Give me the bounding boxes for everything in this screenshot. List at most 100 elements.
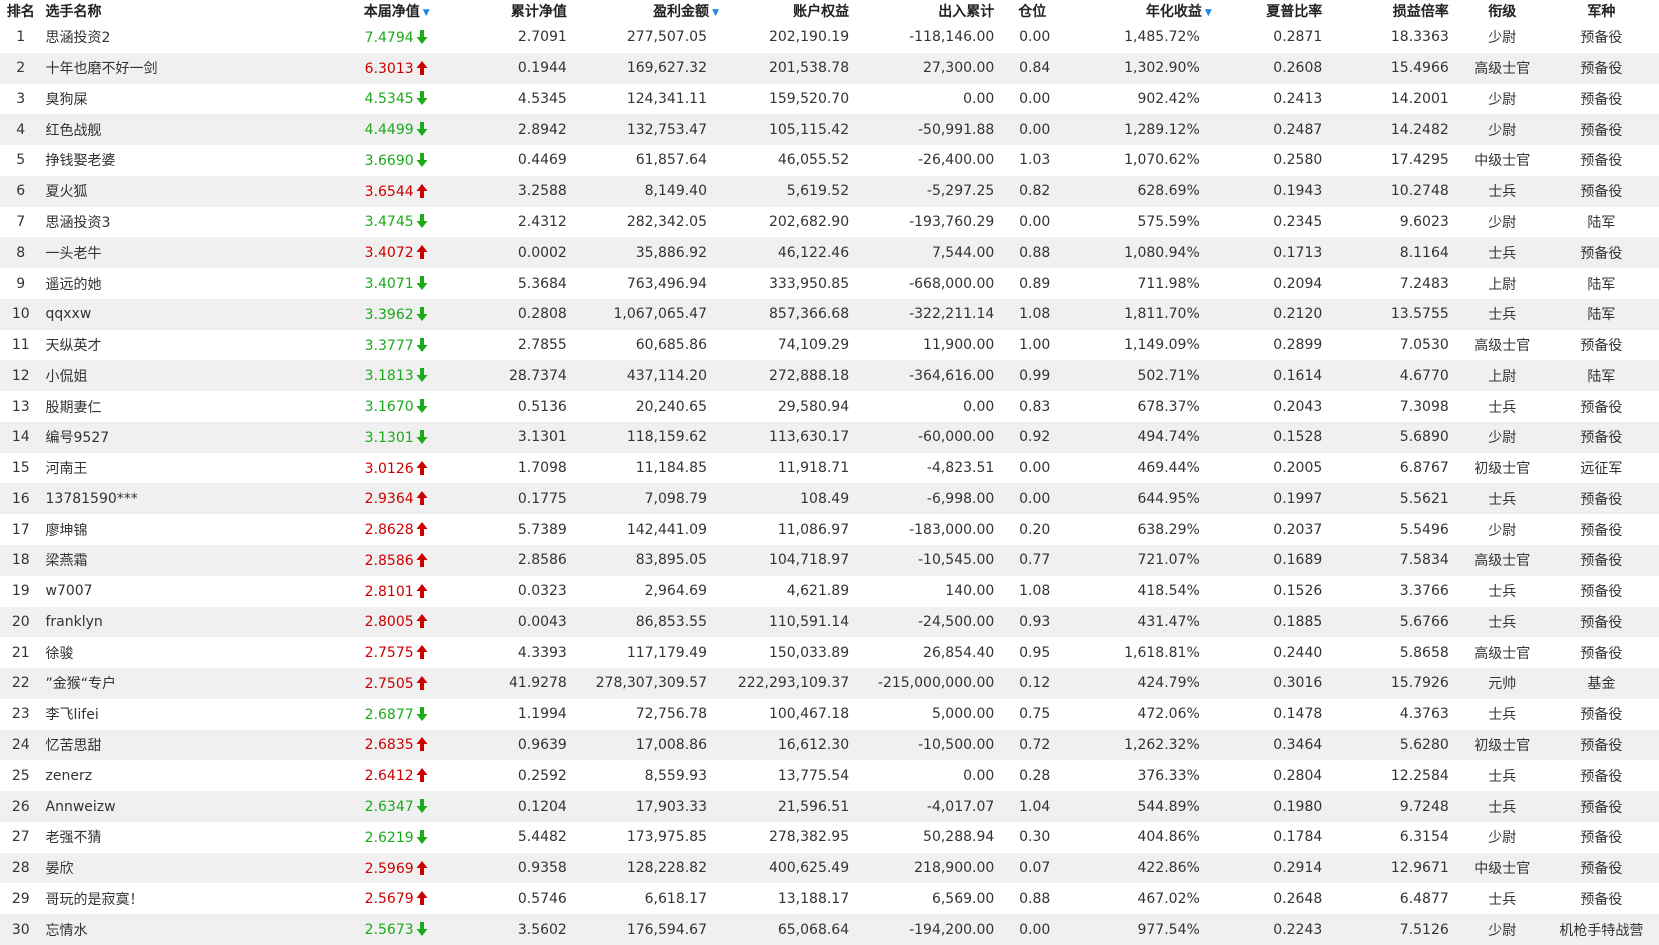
table-row[interactable]: 4 红色战舰 4.4499 2.8942 132,753.47 105,115.42 -50… xyxy=(0,114,1659,146)
table-row[interactable]: 28 晏欣 2.5969 0.9358 128,228.82 400,625.49 218,… xyxy=(0,852,1659,884)
table-row[interactable]: 15 河南王 3.0126 1.7098 11,184.85 11,918.71 -4,82… xyxy=(0,453,1659,484)
rank-cell: 18 xyxy=(0,545,42,576)
player-name-cell[interactable]: 遥远的她 xyxy=(42,268,279,299)
table-row[interactable]: 19 w7007 2.8101 0.0323 2,964.69 4,621.89 140.0… xyxy=(0,576,1659,607)
player-name-cell[interactable]: zenerz xyxy=(42,760,279,791)
table-row[interactable]: 25 zenerz 2.6412 0.2592 8,559.93 13,775.54 0.0… xyxy=(0,760,1659,791)
net-flow-cell: -183,000.00 xyxy=(909,521,995,538)
table-row[interactable]: 29 哥玩的是寂寞！ 2.5679 0.5746 6,618.17 13,188.17 6,… xyxy=(0,883,1659,914)
player-name-cell[interactable]: 13781590*** xyxy=(41,483,279,515)
sort-desc-icon[interactable]: ▼ xyxy=(712,8,719,18)
column-header-profit[interactable]: 盈利金额 ▼ xyxy=(576,0,719,22)
player-name-cell[interactable]: w7007 xyxy=(42,576,279,607)
table-row[interactable]: 10 qqxxw 3.3962 0.2808 1,067,065.47 857,366.6… xyxy=(0,298,1659,330)
equity-cell: 4,621.89 xyxy=(786,583,850,600)
cumulative-nav-cell: 5.4482 xyxy=(517,829,567,846)
table-row[interactable]: 21 徐骏 2.7575 4.3393 117,179.49 150,033.89 26,8… xyxy=(0,637,1659,668)
player-name-cell[interactable]: 梁燕霜 xyxy=(41,545,279,576)
net-flow-cell: -60,000.00 xyxy=(861,421,1005,453)
sort-desc-icon[interactable]: ▼ xyxy=(1205,8,1212,18)
table-row[interactable]: 11 天纵英才 3.3777 2.7855 60,685.86 74,109.29 11,9… xyxy=(0,330,1659,361)
player-name-cell[interactable]: 红色战舰 xyxy=(41,114,279,146)
table-row[interactable]: 27 老强不猜 2.6219 5.4482 173,975.85 278,382.95 50… xyxy=(0,822,1659,853)
player-name-cell[interactable]: ”金猴“专户 xyxy=(41,668,279,699)
table-row[interactable]: 16 13781590*** 2.9364 0.1775 7,098.79 108.49-… xyxy=(0,483,1659,515)
player-name-cell[interactable]: 老强不猜 xyxy=(42,822,279,853)
player-name-cell[interactable]: 一头老牛 xyxy=(41,237,279,269)
column-header-rank[interactable]: 排名 xyxy=(0,0,42,22)
column-header-annual-return[interactable]: 年化收益 ▼ xyxy=(1060,0,1212,22)
player-name-cell[interactable]: 挣钱娶老婆 xyxy=(42,145,279,176)
table-row[interactable]: 30 忘情水 2.5673 3.5602 176,594.67 65,068.64 -194… xyxy=(0,914,1659,945)
column-header-position[interactable]: 仓位 xyxy=(1004,0,1061,22)
player-name-cell[interactable]: 夏火狐 xyxy=(41,175,279,207)
table-row[interactable]: 20 franklyn 2.8005 0.0043 86,853.55 110,591.1… xyxy=(0,606,1659,638)
table-row[interactable]: 9 遥远的她 3.4071 5.3684 763,496.94 333,950.85 -66… xyxy=(0,268,1659,299)
player-name-cell[interactable]: 忆苦思甜 xyxy=(41,729,279,761)
player-name-cell[interactable]: 天纵英才 xyxy=(42,330,279,361)
player-name-cell[interactable]: Annweizw xyxy=(41,791,279,822)
table-row[interactable]: 1 思涵投资2 7.4794 2.7091 277,507.05 202,190.19 -1… xyxy=(0,22,1659,53)
table-row[interactable]: 12 小侃姐 3.1813 28.7374 437,114.20 272,888.18 -3… xyxy=(0,360,1659,392)
table-row[interactable]: 2 十年也磨不好一剑 6.3013 0.1944 169,627.32 201,538.7… xyxy=(0,52,1659,84)
position-cell: 1.03 xyxy=(1019,152,1051,169)
player-name-cell[interactable]: 廖坤锦 xyxy=(42,514,279,545)
table-row[interactable]: 24 忆苦思甜 2.6835 0.9639 17,008.86 16,612.30 -10,… xyxy=(0,729,1659,761)
rank-title-cell: 高级士官 xyxy=(1474,645,1531,662)
rank-title-cell: 中级士官 xyxy=(1460,852,1544,884)
table-row[interactable]: 13 股期妻仁 3.1670 0.5136 20,240.65 29,580.94 0.00… xyxy=(0,391,1659,422)
player-name-cell[interactable]: 李飞lifei xyxy=(42,699,279,730)
table-row[interactable]: 3 臭狗屎 4.5345 4.5345 124,341.11 159,520.70 0.00… xyxy=(0,84,1659,115)
table-row[interactable]: 14 编号9527 3.1301 3.1301 118,159.62 113,630.17… xyxy=(0,421,1659,453)
player-name-cell[interactable]: 忘情水 xyxy=(41,914,279,945)
table-row[interactable]: 22 ”金猴“专户 2.7505 41.9278 278,307,309.57 222,2… xyxy=(0,668,1659,699)
cumulative-nav-cell: 4.3393 xyxy=(517,644,567,661)
player-name-cell[interactable]: 思涵投资3 xyxy=(42,207,279,238)
table-row[interactable]: 8 一头老牛 3.4072 0.0002 35,886.92 46,122.46 7,544… xyxy=(0,237,1659,269)
table-row[interactable]: 18 梁燕霜 2.8586 2.8586 83,895.05 104,718.97 -10,… xyxy=(0,545,1659,576)
cumulative-nav-cell: 0.9358 xyxy=(433,852,577,884)
player-name-cell[interactable]: qqxxw xyxy=(41,298,279,330)
net-flow-cell: 0.00 xyxy=(963,767,995,784)
player-name-cell[interactable]: 哥玩的是寂寞！ xyxy=(42,883,279,914)
player-name-cell[interactable]: 臭狗屎 xyxy=(42,84,279,115)
column-header-branch[interactable]: 军种 xyxy=(1543,0,1659,22)
table-row[interactable]: 5 挣钱娶老婆 3.6690 0.4469 61,857.64 46,055.52 -26,… xyxy=(0,145,1659,176)
column-header-rank-title[interactable]: 衔级 xyxy=(1460,0,1544,22)
player-name-cell[interactable]: 小侃姐 xyxy=(41,360,279,392)
column-header-current-nav[interactable]: 本届净值 ▼ xyxy=(278,0,434,22)
pl-ratio-cell: 7.0530 xyxy=(1399,337,1449,354)
player-name-cell[interactable]: 晏欣 xyxy=(41,852,279,884)
player-name-cell[interactable]: 十年也磨不好一剑 xyxy=(41,52,279,84)
player-name-cell[interactable]: franklyn xyxy=(41,606,279,638)
sharpe-cell: 0.2120 xyxy=(1211,298,1337,330)
column-header-net-flow[interactable]: 出入累计 xyxy=(861,0,1005,22)
branch-cell: 陆军 xyxy=(1587,214,1616,231)
current-nav-value: 2.8101 xyxy=(364,583,414,600)
player-name-cell[interactable]: 徐骏 xyxy=(42,637,279,668)
player-name-cell[interactable]: 股期妻仁 xyxy=(42,391,279,422)
equity-cell: 333,950.85 xyxy=(768,275,850,292)
column-header-pl-ratio[interactable]: 损益倍率 xyxy=(1336,0,1461,22)
player-name-cell[interactable]: 编号9527 xyxy=(41,421,279,453)
pl-ratio-cell: 5.6280 xyxy=(1336,729,1461,761)
column-header-cumulative-nav[interactable]: 累计净值 xyxy=(433,0,577,22)
table-row[interactable]: 7 思涵投资3 3.4745 2.4312 282,342.05 202,682.90 -1… xyxy=(0,207,1659,238)
column-header-player-name[interactable]: 选手名称 xyxy=(41,0,279,22)
column-header-equity[interactable]: 账户权益 xyxy=(718,0,862,22)
player-name-cell[interactable]: 河南王 xyxy=(42,453,279,484)
rank-title-cell: 少尉 xyxy=(1460,114,1544,146)
net-flow-cell: -118,146.00 xyxy=(909,29,995,46)
table-row[interactable]: 23 李飞lifei 2.6877 1.1994 72,756.78 100,467.18… xyxy=(0,699,1659,730)
net-flow-cell: -4,017.07 xyxy=(861,791,1005,822)
column-header-sharpe[interactable]: 夏普比率 xyxy=(1211,0,1337,22)
annual-return-cell: 711.98% xyxy=(1137,275,1200,292)
rank-title-cell: 少尉 xyxy=(1460,421,1544,453)
sort-desc-icon[interactable]: ▼ xyxy=(423,8,430,18)
player-name-cell[interactable]: 思涵投资2 xyxy=(42,22,279,53)
table-row[interactable]: 6 夏火狐 3.6544 3.2588 8,149.40 5,619.52 -5,297.2… xyxy=(0,175,1659,207)
table-row[interactable]: 26 Annweizw 2.6347 0.1204 17,903.33 21,596.51… xyxy=(0,791,1659,822)
table-row[interactable]: 17 廖坤锦 2.8628 5.7389 142,441.09 11,086.97 -183… xyxy=(0,514,1659,545)
profit-cell: 8,149.40 xyxy=(576,175,719,207)
position-cell: 1.08 xyxy=(1004,298,1061,330)
